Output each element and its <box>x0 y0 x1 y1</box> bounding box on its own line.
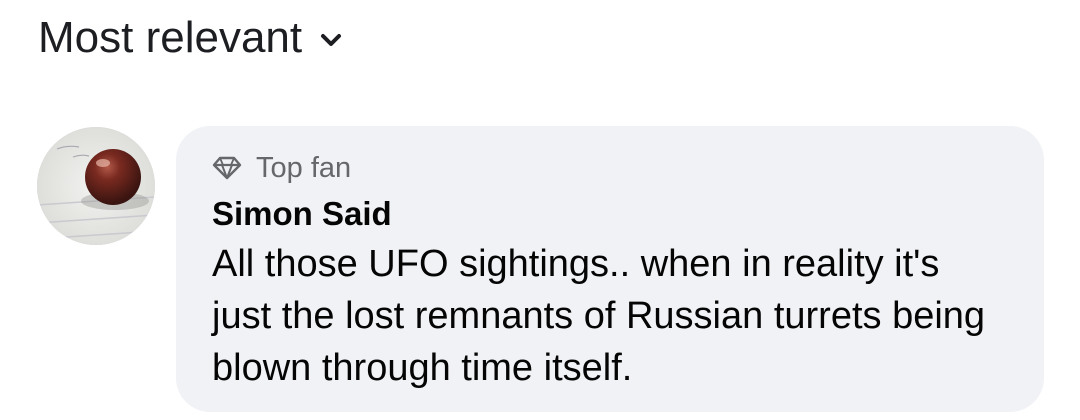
comment-text: All those UFO sightings.. when in realit… <box>212 243 986 389</box>
comment-bubble: Top fan Simon Said All those UFO sightin… <box>176 126 1044 412</box>
top-fan-badge: Top fan <box>212 150 1014 186</box>
sort-label: Most relevant <box>38 13 303 62</box>
sort-dropdown[interactable]: Most relevant <box>38 10 342 66</box>
chevron-down-icon <box>320 32 342 48</box>
badge-label: Top fan <box>256 151 352 184</box>
diamond-icon <box>212 156 242 180</box>
avatar[interactable] <box>37 127 155 245</box>
comment-author[interactable]: Simon Said <box>212 192 392 236</box>
